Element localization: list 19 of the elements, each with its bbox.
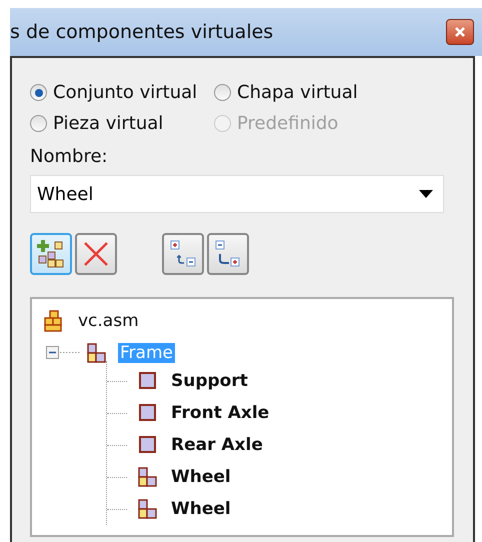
radio-option[interactable]: Pieza virtual [30, 113, 214, 134]
close-button[interactable] [446, 19, 474, 45]
demote-button[interactable] [207, 233, 249, 275]
tree-item[interactable]: Rear Axle [107, 429, 452, 461]
tree-item[interactable]: vc.asm [44, 305, 452, 337]
radio-option[interactable]: Conjunto virtual [30, 82, 214, 103]
delete-button[interactable] [75, 233, 117, 275]
collapse-icon [46, 346, 82, 360]
window-title: s de componentes virtuales [10, 21, 274, 43]
close-icon [453, 26, 467, 38]
tree-item[interactable]: Wheel [107, 461, 452, 493]
field-label: Nombre: [30, 146, 109, 167]
add-component-button[interactable] [30, 233, 72, 275]
radio-option[interactable]: Chapa virtual [214, 82, 414, 103]
name-dropdown[interactable]: Wheel [30, 175, 444, 213]
tree-item[interactable]: Front Axle [107, 397, 452, 429]
dropdown-arrow-icon [419, 190, 433, 198]
tree-item[interactable]: Wheel [107, 493, 452, 525]
promote-button[interactable] [162, 233, 204, 275]
